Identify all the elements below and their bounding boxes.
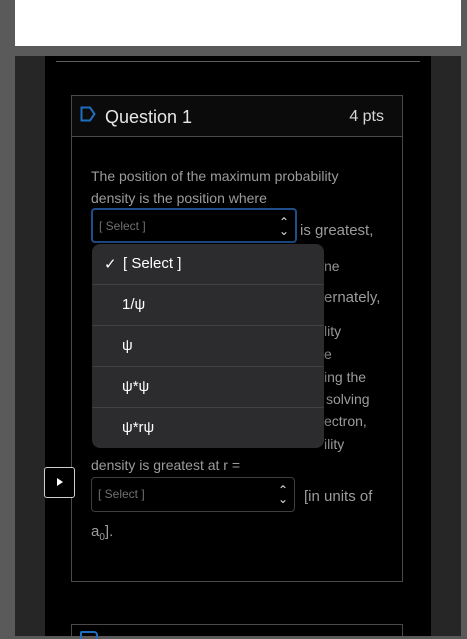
select-arrows-icon: ⌃ ⌄ [277, 483, 288, 506]
text-fragment: ectron, [324, 413, 367, 429]
answer-select-1[interactable]: [ Select ] ⌃ ⌄ [91, 208, 297, 243]
dropdown-option-psi[interactable]: ψ [92, 325, 324, 365]
text-after-select-2: [in units of [304, 488, 373, 505]
dropdown-option-psi-star-r-psi[interactable]: ψ*rψ [92, 407, 324, 447]
answer-select-2[interactable]: [ Select ] ⌃ ⌄ [91, 477, 295, 512]
text-after-select-1: is greatest, [300, 222, 374, 239]
question-text-line1: The position of the maximum probability [91, 168, 339, 184]
dropdown-option-inverse-psi[interactable]: 1/ψ [92, 284, 324, 324]
text-fragment: solving [326, 391, 370, 407]
question-points: 4 pts [349, 108, 384, 125]
check-icon: ✓ [104, 256, 117, 273]
previous-card [15, 0, 461, 46]
select-value: [ Select ] [99, 219, 146, 233]
dropdown-option-psi-star-psi[interactable]: ψ*ψ [92, 366, 324, 406]
flag-question-icon[interactable] [80, 106, 96, 122]
option-label: [ Select ] [123, 255, 182, 272]
select-value: [ Select ] [98, 487, 145, 501]
text-fragment: ing the [324, 369, 367, 385]
units-text: a0]. [91, 523, 114, 543]
text-fragment: e [324, 346, 332, 362]
question-text-line2: density is the position where [91, 190, 267, 206]
text-fragment: lity [324, 323, 342, 339]
question-header: Question 1 4 pts [72, 96, 402, 137]
expand-panel-button[interactable] [44, 467, 75, 498]
option-label: ψ*rψ [122, 419, 155, 436]
text-fragment: ne [324, 258, 340, 274]
option-label: ψ [122, 337, 133, 354]
divider [56, 61, 420, 62]
next-question-card [71, 624, 403, 639]
text-fragment: ility [324, 436, 345, 452]
option-label: 1/ψ [122, 296, 146, 313]
select-dropdown-menu: ✓ [ Select ] 1/ψ ψ ψ*ψ ψ*rψ [92, 244, 324, 448]
question-text-r: density is greatest at r = [91, 457, 241, 473]
text-fragment: ernately, [324, 289, 381, 306]
select-arrows-icon: ⌃ ⌄ [278, 215, 289, 238]
option-label: ψ*ψ [122, 378, 150, 395]
dropdown-option-select[interactable]: ✓ [ Select ] [92, 244, 324, 284]
question-title: Question 1 [105, 107, 193, 127]
flag-question-icon[interactable] [80, 631, 98, 639]
